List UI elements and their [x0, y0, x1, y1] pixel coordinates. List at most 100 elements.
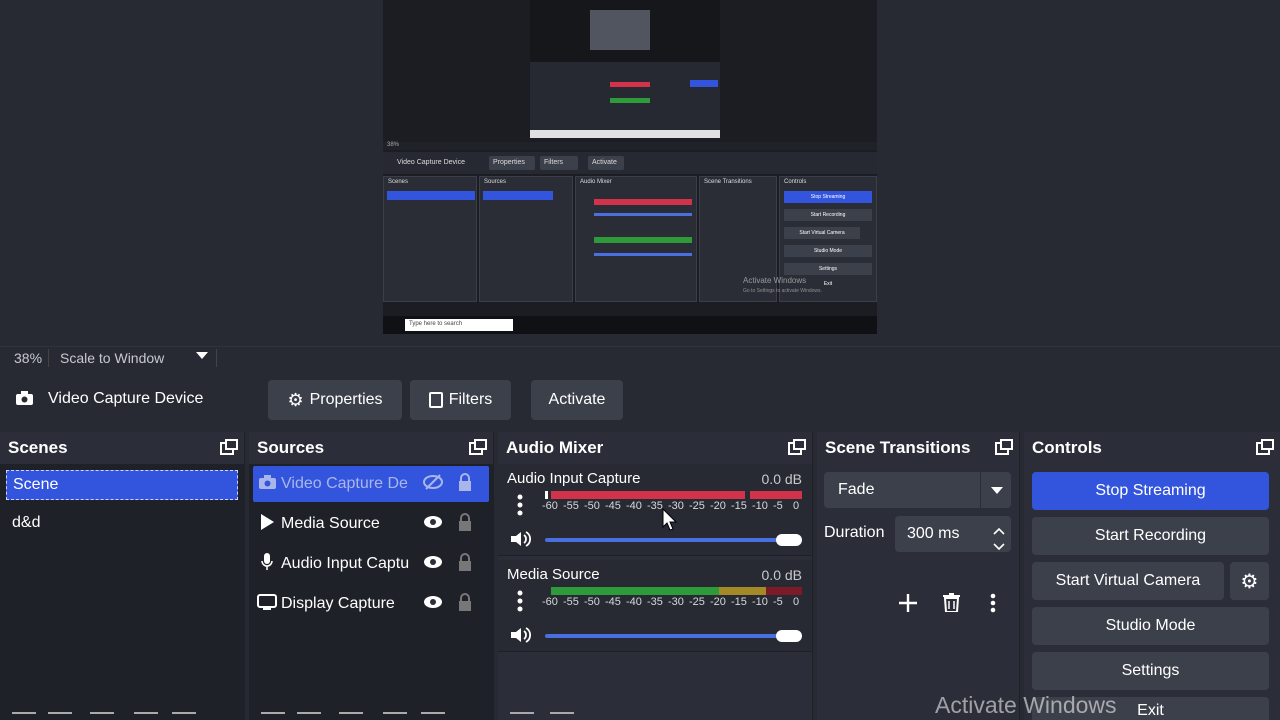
- tick-label: -55: [563, 500, 579, 512]
- arrow-down-icon[interactable]: [172, 712, 196, 720]
- preview-area[interactable]: 38% Video Capture Device Properties Filt…: [0, 0, 1280, 345]
- mini-source-selected: [483, 191, 553, 200]
- tick-label: 0: [793, 500, 800, 512]
- start-virtual-camera-label: Start Virtual Camera: [1055, 572, 1201, 589]
- volume-slider[interactable]: [545, 634, 791, 638]
- duration-input[interactable]: 300 ms: [895, 516, 1011, 552]
- stop-streaming-button[interactable]: Stop Streaming: [1032, 472, 1269, 510]
- source-item[interactable]: Audio Input Captu: [253, 546, 489, 582]
- zoom-mode[interactable]: Scale to Window: [60, 350, 164, 366]
- eye-icon[interactable]: [417, 595, 449, 614]
- sources-title: Sources: [257, 438, 325, 457]
- start-virtual-camera-button[interactable]: Start Virtual Camera: [1032, 562, 1224, 600]
- eye-icon[interactable]: [417, 515, 449, 534]
- tick-label: 0: [793, 596, 800, 608]
- speaker-icon[interactable]: [511, 627, 532, 643]
- lock-icon[interactable]: [449, 592, 481, 616]
- undock-icon[interactable]: [995, 439, 1013, 455]
- filters-button[interactable]: Filters: [410, 380, 511, 420]
- spin-down-icon[interactable]: [993, 538, 1005, 556]
- zoom-divider: [48, 349, 49, 367]
- lock-icon[interactable]: [449, 472, 481, 496]
- volume-slider-handle[interactable]: [776, 630, 802, 642]
- mini-meter-2: [594, 237, 692, 243]
- audio-channel-name: Media Source: [507, 566, 600, 583]
- mini-start-recording: Start Recording: [784, 209, 872, 221]
- audio-mixer-dock: Audio Mixer Audio Input Capture 0.0 dB -…: [498, 432, 813, 720]
- gear-icon[interactable]: [510, 712, 534, 720]
- tick-label: -40: [626, 596, 642, 608]
- volume-slider[interactable]: [545, 538, 791, 542]
- undock-icon[interactable]: [1256, 439, 1274, 455]
- gear-icon[interactable]: [339, 712, 363, 720]
- mini-zoom-row: 38%: [383, 142, 877, 150]
- virtual-camera-settings-button[interactable]: ⚙: [1230, 562, 1269, 600]
- settings-button[interactable]: Settings: [1032, 652, 1269, 690]
- transition-select[interactable]: Fade: [824, 472, 1011, 508]
- arrow-up-icon[interactable]: [383, 712, 407, 720]
- tick-label: -35: [647, 596, 663, 608]
- tick-label: -15: [731, 596, 747, 608]
- eye-hidden-icon[interactable]: [417, 473, 449, 495]
- source-item[interactable]: Display Capture: [253, 586, 489, 622]
- nested-preview-docks: [530, 62, 720, 132]
- mini-taskbar-search: Type here to search: [405, 319, 513, 331]
- source-item[interactable]: Media Source: [253, 506, 489, 542]
- start-recording-button[interactable]: Start Recording: [1032, 517, 1269, 555]
- kebab-menu-icon[interactable]: [517, 590, 523, 612]
- scenes-list: Scene d&d: [0, 464, 244, 720]
- add-icon[interactable]: [12, 712, 36, 720]
- kebab-menu-icon[interactable]: [517, 494, 523, 516]
- chevron-down-icon[interactable]: [991, 487, 1003, 494]
- chevron-down-icon[interactable]: [196, 352, 208, 359]
- source-item-label: Media Source: [281, 515, 380, 532]
- audio-channel: Audio Input Capture 0.0 dB -60 -55 -50 -…: [498, 464, 812, 556]
- volume-slider-handle[interactable]: [776, 534, 802, 546]
- audio-mixer-title: Audio Mixer: [506, 438, 604, 457]
- nested-taskbar: [530, 130, 720, 138]
- volume-meter-peak: [766, 587, 802, 595]
- activate-windows-watermark: Activate Windows: [935, 692, 1117, 718]
- undock-icon[interactable]: [220, 439, 238, 455]
- trash-icon[interactable]: [943, 593, 960, 617]
- microphone-icon: [253, 552, 281, 576]
- undock-icon[interactable]: [469, 439, 487, 455]
- lock-icon[interactable]: [449, 552, 481, 576]
- scenes-header: Scenes: [0, 432, 244, 464]
- speaker-icon[interactable]: [511, 531, 532, 547]
- kebab-menu-icon[interactable]: [990, 593, 996, 618]
- arrow-down-icon[interactable]: [421, 712, 445, 720]
- filter-icon: [428, 392, 443, 408]
- mini-properties: Properties: [489, 156, 535, 170]
- tick-label: -25: [689, 500, 705, 512]
- preview-canvas[interactable]: 38% Video Capture Device Properties Filt…: [383, 0, 877, 334]
- kebab-menu-icon[interactable]: [550, 712, 574, 720]
- studio-mode-button[interactable]: Studio Mode: [1032, 607, 1269, 645]
- source-toolbar: Video Capture Device ⚙ Properties Filter…: [0, 370, 1280, 428]
- nested-stop-button: [690, 80, 718, 87]
- add-icon[interactable]: [899, 594, 917, 617]
- add-icon[interactable]: [261, 712, 285, 720]
- trash-icon[interactable]: [48, 712, 72, 720]
- mini-sources-title: Sources: [484, 179, 507, 185]
- trash-icon[interactable]: [297, 712, 321, 720]
- properties-button[interactable]: ⚙ Properties: [268, 380, 402, 420]
- mini-watermark: Activate Windows: [743, 276, 807, 285]
- mini-watermark-sub: Go to Settings to activate Windows.: [743, 288, 822, 294]
- activate-label: Activate: [548, 391, 606, 408]
- scenes-title: Scenes: [8, 438, 68, 457]
- activate-button[interactable]: Activate: [531, 380, 623, 420]
- scene-item-label: Scene: [13, 476, 59, 493]
- scene-item[interactable]: Scene: [6, 470, 238, 500]
- zoom-row: 38% Scale to Window: [0, 346, 1280, 368]
- mini-studio-mode: Studio Mode: [784, 245, 872, 257]
- scene-item[interactable]: d&d: [6, 508, 238, 538]
- lock-icon[interactable]: [449, 512, 481, 536]
- scene-transitions-body: Fade Duration 300 ms: [817, 464, 1019, 720]
- eye-icon[interactable]: [417, 555, 449, 574]
- arrow-up-icon[interactable]: [134, 712, 158, 720]
- source-item[interactable]: Video Capture De: [253, 466, 489, 502]
- undock-icon[interactable]: [788, 439, 806, 455]
- filter-icon[interactable]: [90, 712, 114, 720]
- controls-dock: Controls Stop Streaming Start Recording …: [1024, 432, 1280, 720]
